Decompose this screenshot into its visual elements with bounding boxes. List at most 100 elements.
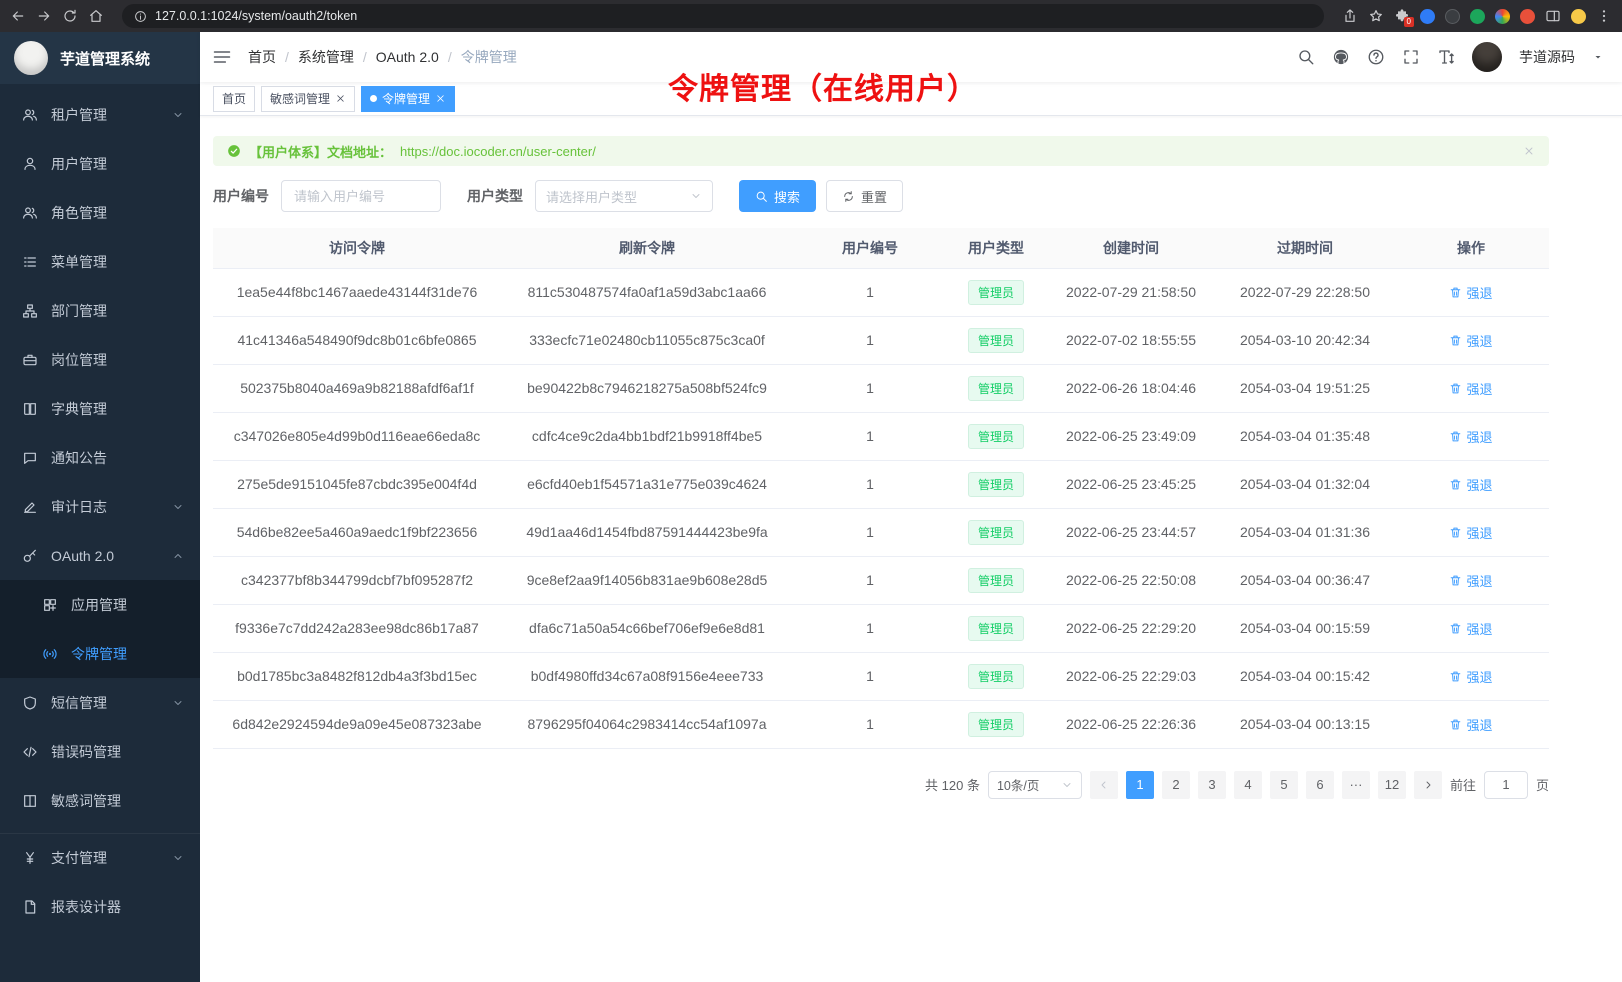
extension-dark-icon[interactable] [1445,9,1460,24]
reload-icon[interactable] [62,8,78,24]
close-icon[interactable] [435,93,446,104]
force-logout-button[interactable]: 强退 [1449,667,1492,686]
access-token-cell: 41c41346a548490f9dc8b01c6bfe0865 [213,316,501,364]
sidebar-item-token[interactable]: 令牌管理 [0,629,200,678]
force-logout-button[interactable]: 强退 [1449,475,1492,494]
force-logout-button[interactable]: 强退 [1449,379,1492,398]
user-type-cell: 管理员 [947,556,1045,604]
chevron-down-icon [172,109,184,121]
force-logout-button[interactable]: 强退 [1449,571,1492,590]
sidebar-item-app[interactable]: 应用管理 [0,580,200,629]
next-page-button[interactable] [1414,771,1442,799]
browser-menu-icon[interactable] [1596,8,1612,24]
user-id-cell: 1 [793,268,947,316]
search-icon[interactable] [1297,48,1315,66]
sidebar-item-oauth2[interactable]: OAuth 2.0 [0,531,200,580]
split-view-icon[interactable] [1545,8,1561,24]
force-logout-button[interactable]: 强退 [1449,715,1492,734]
sidebar-item-pay[interactable]: 支付管理 [0,833,200,882]
extension-blue-icon[interactable] [1420,9,1435,24]
sidebar-item-menu[interactable]: 菜单管理 [0,237,200,286]
page-button-6[interactable]: 6 [1306,771,1334,799]
goto-page-input[interactable] [1484,771,1528,799]
address-bar[interactable]: 127.0.0.1:1024/system/oauth2/token [122,4,1324,28]
extensions-icon[interactable]: 0 [1394,8,1410,24]
extension-paw-icon[interactable] [1520,9,1535,24]
sidebar-item-audit[interactable]: 审计日志 [0,482,200,531]
app-logo[interactable]: 芋道管理系统 [0,32,200,84]
sidebar-item-sensitive[interactable]: 敏感词管理 [0,776,200,825]
site-info-icon[interactable] [134,10,147,23]
more-pages-button[interactable]: ··· [1342,771,1370,799]
sidebar-item-notice[interactable]: 通知公告 [0,433,200,482]
force-logout-label: 强退 [1466,667,1492,686]
forward-icon[interactable] [36,8,52,24]
share-icon[interactable] [1342,8,1358,24]
user-type-badge: 管理员 [968,376,1024,401]
home-icon[interactable] [88,8,104,24]
breadcrumb-item[interactable]: 首页 [248,47,276,67]
tab-token[interactable]: 令牌管理 [361,86,455,112]
page-button-12[interactable]: 12 [1378,771,1406,799]
tab-home[interactable]: 首页 [213,86,255,112]
force-logout-button[interactable]: 强退 [1449,427,1492,446]
force-logout-label: 强退 [1466,715,1492,734]
help-icon[interactable] [1367,48,1385,66]
font-size-icon[interactable] [1437,48,1455,66]
breadcrumb-item[interactable]: 系统管理 [298,47,354,67]
tab-sensitive[interactable]: 敏感词管理 [261,86,355,112]
refresh-token-cell: 811c530487574fa0af1a59d3abc1aa66 [501,268,793,316]
bookmark-star-icon[interactable] [1368,8,1384,24]
page-size-select[interactable]: 10条/页 [988,771,1082,799]
prev-page-button[interactable] [1090,771,1118,799]
user-type-select[interactable]: 请选择用户类型 [535,180,713,212]
page-button-2[interactable]: 2 [1162,771,1190,799]
alert-close-icon[interactable] [1523,145,1535,157]
refresh-token-cell: b0df4980ffd34c67a08f9156e4eee733 [501,652,793,700]
sidebar-item-dept[interactable]: 部门管理 [0,286,200,335]
reset-button[interactable]: 重置 [826,180,903,212]
username[interactable]: 芋道源码 [1519,47,1575,67]
breadcrumb-item[interactable]: OAuth 2.0 [376,49,439,65]
force-logout-label: 强退 [1466,523,1492,542]
page-button-3[interactable]: 3 [1198,771,1226,799]
extension-pinwheel-icon[interactable] [1495,9,1510,24]
fullscreen-icon[interactable] [1402,48,1420,66]
user-id-input[interactable] [281,180,441,212]
search-icon [755,190,768,203]
caret-down-icon[interactable] [1592,51,1604,63]
page-button-1[interactable]: 1 [1126,771,1154,799]
extension-green-icon[interactable] [1470,9,1485,24]
sidebar-item-tenant[interactable]: 租户管理 [0,90,200,139]
sidebar-item-report[interactable]: 报表设计器 [0,882,200,931]
action-cell: 强退 [1393,508,1549,556]
hamburger-icon[interactable] [212,47,232,67]
force-logout-button[interactable]: 强退 [1449,523,1492,542]
sidebar-item-sms[interactable]: 短信管理 [0,678,200,727]
alert-label: 【用户体系】文档地址： [249,142,392,161]
close-icon[interactable] [335,93,346,104]
user-type-label: 用户类型 [467,186,523,206]
sidebar-item-errcode[interactable]: 错误码管理 [0,727,200,776]
force-logout-label: 强退 [1466,379,1492,398]
sidebar-item-dict[interactable]: 字典管理 [0,384,200,433]
page-button-4[interactable]: 4 [1234,771,1262,799]
user-id-cell: 1 [793,316,947,364]
sidebar-item-user[interactable]: 用户管理 [0,139,200,188]
profile-avatar-icon[interactable] [1571,9,1586,24]
breadcrumb: 首页 / 系统管理 / OAuth 2.0 / 令牌管理 [248,47,517,67]
force-logout-button[interactable]: 强退 [1449,283,1492,302]
col-create-time: 创建时间 [1045,228,1217,268]
search-button[interactable]: 搜索 [739,180,816,212]
force-logout-button[interactable]: 强退 [1449,619,1492,638]
sidebar-item-role[interactable]: 角色管理 [0,188,200,237]
doc-link[interactable]: https://doc.iocoder.cn/user-center/ [400,144,596,159]
user-avatar[interactable] [1472,42,1502,72]
back-icon[interactable] [10,8,26,24]
github-icon[interactable] [1332,48,1350,66]
table-row: c342377bf8b344799dcbf7bf095287f2 9ce8ef2… [213,556,1549,604]
page-button-5[interactable]: 5 [1270,771,1298,799]
sidebar-item-post[interactable]: 岗位管理 [0,335,200,384]
chevron-left-icon [1098,779,1110,791]
force-logout-button[interactable]: 强退 [1449,331,1492,350]
